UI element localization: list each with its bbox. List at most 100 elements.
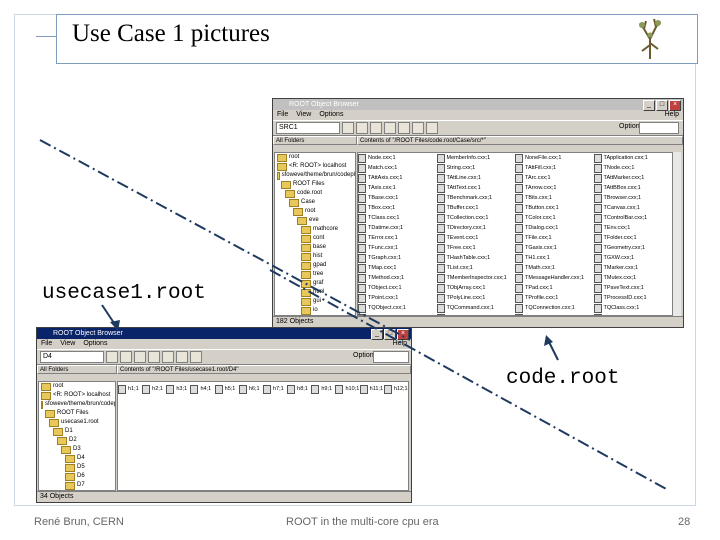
file-item[interactable]: TProfile.cxx;1 xyxy=(515,293,594,303)
new-canvas-icon[interactable] xyxy=(356,122,368,134)
tree-item[interactable]: D2 xyxy=(39,436,115,445)
help-icon[interactable] xyxy=(190,351,202,363)
histogram-item[interactable]: h12;1 xyxy=(383,384,408,394)
histogram-item[interactable]: h2;1 xyxy=(142,384,166,394)
tree-item[interactable]: <R: ROOT> localhost xyxy=(39,391,115,400)
file-item[interactable]: TPaveText.cxx;1 xyxy=(593,283,673,293)
file-item[interactable]: TPad.cxx;1 xyxy=(515,283,594,293)
file-item[interactable]: TMarker.cxx;1 xyxy=(593,263,673,273)
file-item[interactable]: TAttFill.cxx;1 xyxy=(515,163,594,173)
file-item[interactable]: TBox.cxx;1 xyxy=(358,203,437,213)
file-item[interactable]: TAttMarker.cxx;1 xyxy=(593,173,673,183)
file-item[interactable]: TAttLine.cxx;1 xyxy=(436,173,516,183)
new-canvas-icon[interactable] xyxy=(120,351,132,363)
menu-view[interactable]: View xyxy=(60,339,75,349)
menu-view[interactable]: View xyxy=(296,110,311,120)
file-item[interactable]: TObjArray.cxx;1 xyxy=(436,283,516,293)
menu-help[interactable]: Help xyxy=(665,110,679,120)
option-field[interactable] xyxy=(373,351,409,363)
tree-item[interactable]: ROOT Files xyxy=(39,409,115,418)
file-item[interactable]: TDatime.cxx;1 xyxy=(358,223,437,233)
file-item[interactable]: TGeometry.cxx;1 xyxy=(593,243,673,253)
small-icons-icon[interactable] xyxy=(384,122,396,134)
file-item[interactable]: TEnv.cxx;1 xyxy=(593,223,673,233)
file-item[interactable]: TGraph.cxx;1 xyxy=(358,253,437,263)
file-item[interactable]: TButton.cxx;1 xyxy=(515,203,594,213)
contents-list[interactable]: Node.cxx;1 MemberInfo.cxx;1 NoneFile.cxx;1… xyxy=(357,152,673,316)
help-icon[interactable] xyxy=(426,122,438,134)
histogram-item[interactable]: h6;1 xyxy=(238,384,263,394)
file-item[interactable]: Match.cxx;1 xyxy=(358,163,437,173)
tree-item[interactable]: usecase1.root xyxy=(39,418,115,427)
tree-item[interactable]: mathcore xyxy=(275,225,355,234)
tree-item[interactable]: root xyxy=(275,207,355,216)
contents-list[interactable]: h1;1 h2;1 h3;1 h4;1 h5;1 h6;1 h7;1 h8;1 h9;1 h10;… xyxy=(117,381,409,491)
tree-item[interactable]: ROOT Files xyxy=(275,180,355,189)
file-item[interactable]: TQObject.cxx;1 xyxy=(358,303,437,313)
large-icons-icon[interactable] xyxy=(134,351,146,363)
tree-item[interactable]: D6 xyxy=(39,472,115,481)
menu-file[interactable]: File xyxy=(41,339,52,349)
tree-item[interactable]: sfoweve/theme/brun/codepl xyxy=(39,400,115,409)
file-item[interactable]: THashTable.cxx;1 xyxy=(436,253,516,263)
tree-item[interactable]: sfoweve/theme/brun/codepl xyxy=(275,171,355,180)
file-item[interactable]: TMap.cxx;1 xyxy=(358,263,437,273)
tree-item[interactable]: Case xyxy=(275,198,355,207)
tree-item[interactable]: root xyxy=(275,153,355,162)
histogram-item[interactable]: h9;1 xyxy=(311,384,335,394)
tree-item[interactable]: code.root xyxy=(275,189,355,198)
file-item[interactable]: TNode.cxx;1 xyxy=(593,163,673,173)
file-item[interactable]: TMutex.cxx;1 xyxy=(593,273,673,283)
file-item[interactable]: TColor.cxx;1 xyxy=(515,213,594,223)
file-item[interactable]: TH1.cxx;1 xyxy=(515,253,594,263)
histogram-item[interactable]: h4;1 xyxy=(190,384,214,394)
details-view-icon[interactable] xyxy=(176,351,188,363)
list-view-icon[interactable] xyxy=(398,122,410,134)
file-item[interactable]: TBits.cxx;1 xyxy=(515,193,594,203)
histogram-item[interactable]: h5;1 xyxy=(214,384,239,394)
tree-item[interactable]: graf xyxy=(275,279,355,288)
histogram-item[interactable]: h1;1 xyxy=(118,384,142,394)
histogram-item[interactable]: h11;1 xyxy=(359,384,384,394)
small-icons-icon[interactable] xyxy=(148,351,160,363)
tree-item[interactable]: cont xyxy=(275,234,355,243)
file-item[interactable]: TQClass.cxx;1 xyxy=(593,303,673,313)
histogram-item[interactable]: h3;1 xyxy=(166,384,190,394)
list-view-icon[interactable] xyxy=(162,351,174,363)
file-item[interactable]: TControlBar.cxx;1 xyxy=(593,213,673,223)
file-item[interactable]: TMethod.cxx;1 xyxy=(358,273,437,283)
folder-combo[interactable]: SRC1 xyxy=(276,122,340,134)
tree-item[interactable]: html xyxy=(275,288,355,297)
file-item[interactable]: Node.cxx;1 xyxy=(358,153,437,163)
histogram-item[interactable]: h7;1 xyxy=(262,384,287,394)
file-item[interactable]: TGaxis.cxx;1 xyxy=(515,243,594,253)
vertical-scrollbar[interactable] xyxy=(672,152,681,316)
file-item[interactable]: TMessageHandler.cxx;1 xyxy=(515,273,594,283)
folder-tree[interactable]: root <R: ROOT> localhost sfoweve/theme/bru… xyxy=(38,381,116,491)
tree-item[interactable]: D1 xyxy=(39,427,115,436)
histogram-item[interactable]: h10;1 xyxy=(335,384,359,394)
file-item[interactable]: TFree.cxx;1 xyxy=(436,243,516,253)
file-item[interactable]: TAttText.cxx;1 xyxy=(436,183,516,193)
tree-item[interactable]: root xyxy=(39,382,115,391)
file-item[interactable]: TBrowser.cxx;1 xyxy=(593,193,673,203)
up-folder-icon[interactable] xyxy=(106,351,118,363)
folder-combo[interactable]: D4 xyxy=(40,351,104,363)
folder-tree[interactable]: root <R: ROOT> localhost sfoweve/theme/bru… xyxy=(274,152,356,316)
file-item[interactable]: TBuffer.cxx;1 xyxy=(436,203,516,213)
file-item[interactable]: TCollection.cxx;1 xyxy=(436,213,516,223)
histogram-item[interactable]: h8;1 xyxy=(287,384,311,394)
file-item[interactable]: NoneFile.cxx;1 xyxy=(515,153,594,163)
file-item[interactable]: TMemberInspector.cxx;1 xyxy=(436,273,516,283)
tree-item[interactable]: gpad xyxy=(275,261,355,270)
file-item[interactable]: TAxis.cxx;1 xyxy=(358,183,437,193)
tree-item[interactable]: gui xyxy=(275,297,355,306)
file-item[interactable]: TList.cxx;1 xyxy=(436,263,516,273)
file-item[interactable]: TPoint.cxx;1 xyxy=(358,293,437,303)
tree-item[interactable]: D3 xyxy=(39,445,115,454)
file-item[interactable]: TBenchmark.cxx;1 xyxy=(436,193,516,203)
file-item[interactable]: TFunc.cxx;1 xyxy=(358,243,437,253)
menu-help[interactable]: Help xyxy=(393,339,407,349)
file-item[interactable]: TMath.cxx;1 xyxy=(515,263,594,273)
file-item[interactable]: TBase.cxx;1 xyxy=(358,193,437,203)
